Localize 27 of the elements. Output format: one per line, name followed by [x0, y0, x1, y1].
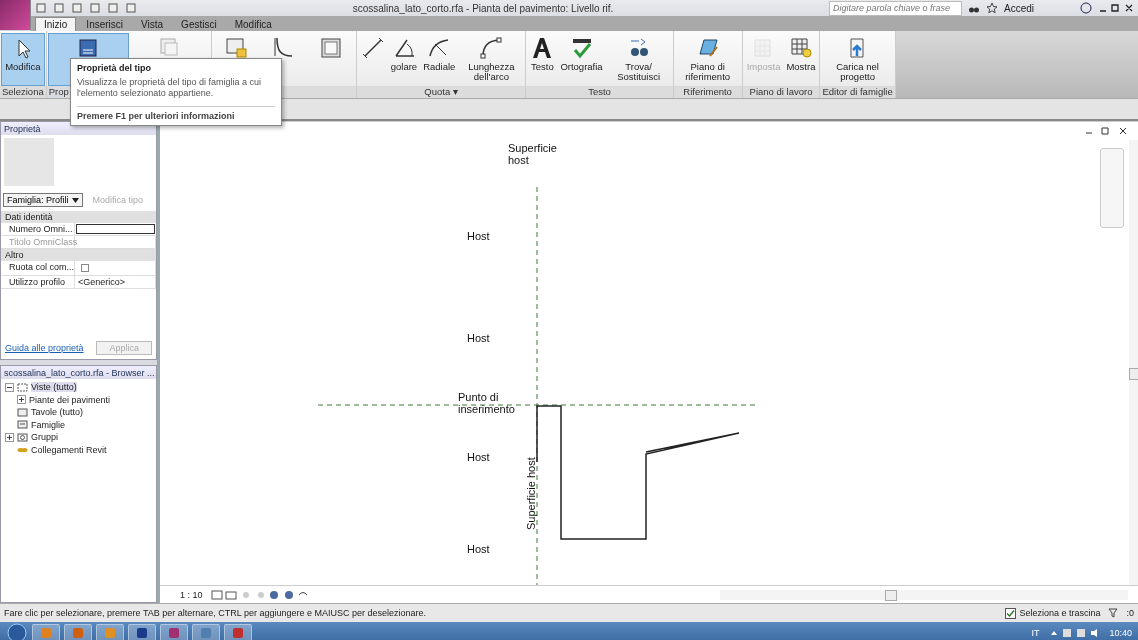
canvas-label: Host	[467, 451, 491, 464]
status-message: Fare clic per selezionare, premere TAB per alternare, CTRL per aggiungere e MAIUSC per deselezionare.	[4, 608, 428, 618]
panel-title: Editor di famiglie	[820, 86, 895, 98]
checkbox-label: Seleziona e trascina	[1019, 608, 1101, 618]
canvas-label: Host	[467, 332, 491, 345]
canvas-label: Superficie host	[508, 142, 558, 167]
tooltip-title: Proprietà del tipo	[77, 63, 152, 73]
property-label: Titolo OmniClass	[1, 236, 75, 248]
canvas-label: Superficie host	[525, 457, 538, 530]
panel-title: Piano di lavoro	[742, 86, 820, 98]
panel-header: Proprietà	[4, 123, 41, 134]
property-label: Utilizzo profilo	[1, 276, 75, 288]
panel-title: Testo	[526, 86, 673, 98]
filter-count: :0	[1126, 608, 1134, 618]
clock: 10:40	[1109, 628, 1132, 638]
panel-header: scossalina_lato_corto.rfa - Browser ...	[4, 367, 155, 378]
panel-title: Quota ▾	[356, 86, 526, 98]
tooltip-hint: Premere F1 per ulteriori informazioni	[77, 105, 275, 121]
panel-title: Seleziona	[0, 86, 46, 98]
canvas-label: Punto di inserimento	[458, 391, 516, 416]
canvas-label: Host	[467, 543, 491, 556]
property-label: Numero Omni...	[1, 223, 75, 235]
canvas-label: Host	[467, 230, 491, 243]
property-label: Ruota col com...	[1, 261, 75, 275]
panel-title: Riferimento	[673, 86, 742, 98]
property-value: <Generico>	[75, 276, 156, 288]
window-title: scossalina_lato_corto.rfa - Pianta del pavimento: Livello rif.	[351, 2, 615, 14]
